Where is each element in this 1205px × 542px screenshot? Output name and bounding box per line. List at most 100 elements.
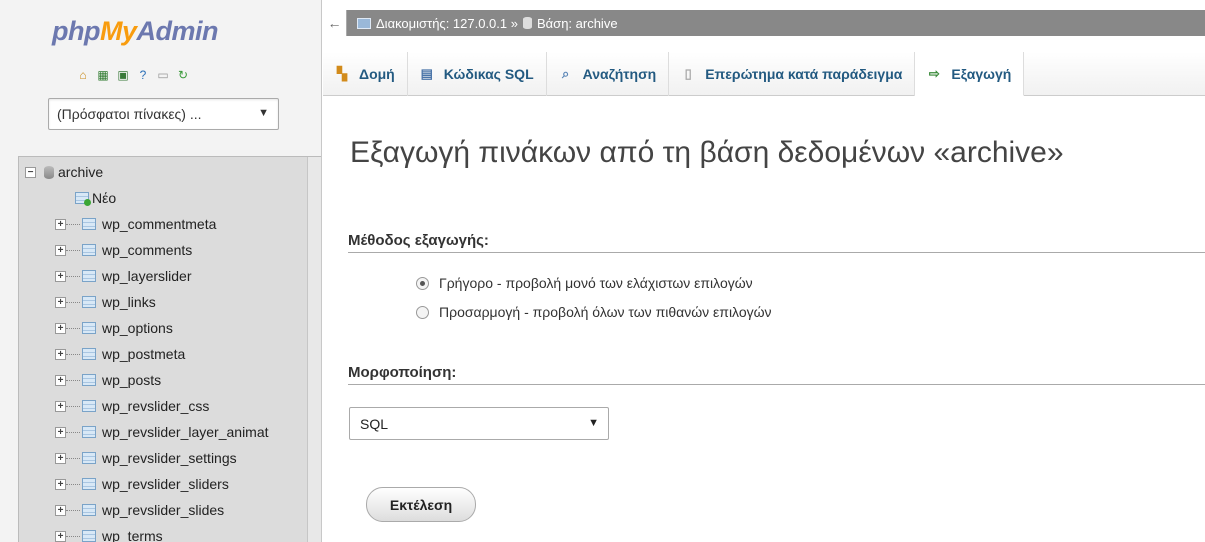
tree-item-table[interactable]: + wp_revslider_sliders: [55, 471, 229, 497]
tree-item-label: Νέο: [92, 190, 117, 206]
tree-branch: [66, 223, 80, 225]
tree-item-table[interactable]: + wp_links: [55, 289, 156, 315]
table-icon: [82, 530, 96, 542]
tree-item-label: wp_terms: [102, 528, 163, 542]
tree-item-table[interactable]: + wp_revslider_layer_animat: [55, 419, 269, 445]
home-icon[interactable]: ⌂: [76, 68, 90, 82]
tree-item-new[interactable]: Νέο: [75, 185, 116, 211]
tree-item-label: wp_links: [102, 294, 156, 310]
tree-branch: [66, 249, 80, 251]
grid-icon[interactable]: ▦: [96, 68, 110, 82]
recent-tables-value: (Πρόσφατοι πίνακες) ...: [57, 106, 202, 122]
export-method-heading: Μέθοδος εξαγωγής:: [348, 232, 1205, 253]
tree-branch: [66, 483, 80, 485]
tab-search[interactable]: ⌕ Αναζήτηση: [547, 52, 670, 96]
method-custom-option[interactable]: Προσαρμογή - προβολή όλων των πιθανών επ…: [416, 304, 772, 320]
expand-icon[interactable]: +: [55, 270, 66, 282]
expand-icon[interactable]: +: [55, 530, 66, 542]
tab-export[interactable]: ⇨ Εξαγωγή: [915, 52, 1025, 96]
tree-branch: [66, 405, 80, 407]
database-icon: [44, 165, 54, 179]
tree-item-label: wp_revslider_sliders: [102, 476, 229, 492]
table-icon: [82, 504, 96, 516]
breadcrumb: Διακομιστής: 127.0.0.1 » Βάση: archive: [347, 16, 618, 31]
method-quick-option[interactable]: Γρήγορο - προβολή μονό των ελάχιστων επι…: [416, 275, 753, 291]
breadcrumb-database[interactable]: Βάση: archive: [537, 16, 618, 31]
tree-item-label: wp_posts: [102, 372, 162, 388]
sql-icon: ▤: [420, 66, 433, 81]
expand-icon[interactable]: +: [55, 504, 66, 516]
go-button[interactable]: Εκτέλεση: [366, 487, 476, 522]
expand-icon[interactable]: +: [55, 478, 66, 490]
table-icon: [82, 218, 96, 230]
chevron-down-icon: ▼: [588, 417, 599, 429]
tree-item-table[interactable]: + wp_revslider_settings: [55, 445, 237, 471]
tree-branch: [66, 327, 80, 329]
expand-icon[interactable]: +: [55, 426, 66, 438]
tree-item-table[interactable]: + wp_posts: [55, 367, 161, 393]
tree-item-table[interactable]: + wp_comments: [55, 237, 192, 263]
docs-icon[interactable]: ▭: [156, 68, 170, 82]
table-icon: [82, 270, 96, 282]
table-icon: [82, 244, 96, 256]
method-custom-label: Προσαρμογή - προβολή όλων των πιθανών επ…: [439, 304, 772, 320]
tab-query[interactable]: ▯ Επερώτημα κατά παράδειγμα: [669, 52, 916, 96]
table-icon: [82, 322, 96, 334]
tree-item-table[interactable]: + wp_postmeta: [55, 341, 185, 367]
expand-icon[interactable]: +: [55, 322, 66, 334]
tree-scrollbar[interactable]: [307, 157, 321, 542]
tree-item-archive[interactable]: − archive: [25, 159, 103, 185]
tree-item-table[interactable]: + wp_layerslider: [55, 263, 191, 289]
query-icon: ▯: [684, 66, 692, 81]
tree-item-table[interactable]: + wp_revslider_css: [55, 393, 209, 419]
tree-branch: [66, 353, 80, 355]
breadcrumb-server[interactable]: Διακομιστής: 127.0.0.1 »: [376, 16, 518, 31]
table-icon: [82, 348, 96, 360]
tree-branch: [66, 457, 80, 459]
radio-quick[interactable]: [416, 276, 429, 290]
tree-item-label: wp_options: [102, 320, 173, 336]
expand-icon[interactable]: +: [55, 400, 66, 412]
logo-my: My: [99, 16, 137, 46]
tree-item-label: wp_commentmeta: [102, 216, 217, 232]
tree-item-table[interactable]: + wp_revslider_slides: [55, 497, 224, 523]
page-title: Εξαγωγή πινάκων από τη βάση δεδομένων «a…: [350, 136, 1064, 169]
tree-branch: [66, 301, 80, 303]
table-icon: [82, 478, 96, 490]
tree-branch: [66, 379, 80, 381]
phpmyadmin-logo[interactable]: phpMyAdmin: [52, 16, 218, 47]
tab-bar: ▚ Δομή ▤ Κώδικας SQL ⌕ Αναζήτηση ▯ Επερώτημα…: [323, 52, 1205, 96]
recent-tables-select[interactable]: (Πρόσφατοι πίνακες) ... ▼: [48, 98, 279, 130]
tab-label: Επερώτημα κατά παράδειγμα: [705, 66, 903, 82]
table-icon: [82, 374, 96, 386]
table-icon: [82, 296, 96, 308]
reload-icon[interactable]: ↻: [176, 68, 190, 82]
format-select[interactable]: SQL ▼: [349, 407, 609, 440]
collapse-icon[interactable]: −: [25, 166, 36, 178]
logo-admin: Admin: [136, 16, 219, 46]
tree-item-label: wp_revslider_css: [102, 398, 210, 414]
expand-icon[interactable]: +: [55, 452, 66, 464]
tree-item-table[interactable]: + wp_options: [55, 315, 173, 341]
tree-item-table[interactable]: + wp_commentmeta: [55, 211, 216, 237]
expand-icon[interactable]: +: [55, 244, 66, 256]
expand-icon[interactable]: +: [55, 348, 66, 360]
expand-icon[interactable]: +: [55, 218, 66, 230]
tree-item-table[interactable]: + wp_terms: [55, 523, 163, 542]
expand-icon[interactable]: +: [55, 374, 66, 386]
format-value: SQL: [360, 416, 389, 432]
help-icon[interactable]: ?: [136, 68, 150, 82]
expand-icon[interactable]: +: [55, 296, 66, 308]
server-icon: [357, 17, 371, 29]
chevron-down-icon: ▼: [258, 107, 269, 119]
tree-item-label: wp_postmeta: [102, 346, 186, 362]
tab-label: Εξαγωγή: [951, 65, 1012, 82]
radio-custom[interactable]: [416, 305, 429, 319]
tab-structure[interactable]: ▚ Δομή: [323, 52, 408, 96]
tab-sql[interactable]: ▤ Κώδικας SQL: [408, 52, 547, 96]
sql-icon[interactable]: ▣: [116, 68, 130, 82]
collapse-sidebar-icon[interactable]: ←: [323, 10, 347, 36]
tree-branch: [66, 431, 80, 433]
logo-php: php: [52, 16, 100, 46]
navigation-sidebar: phpMyAdmin ⌂ ▦ ▣ ? ▭ ↻ (Πρόσφατοι πίνακε…: [0, 0, 322, 542]
